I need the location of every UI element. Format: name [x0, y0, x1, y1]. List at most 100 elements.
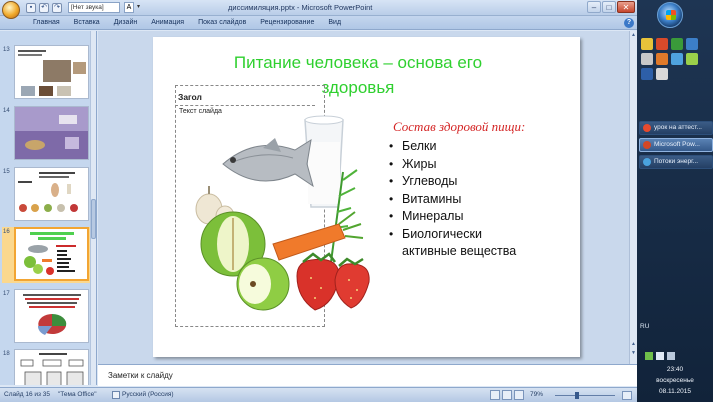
thumbnail-image	[14, 106, 89, 160]
bullet-item: Белки	[388, 138, 538, 156]
window-title: диссимиляция.pptx - Microsoft PowerPoint	[228, 3, 373, 12]
save-icon[interactable]: ▪	[26, 3, 36, 13]
spellcheck-icon[interactable]	[112, 391, 120, 399]
thumbnail-image	[14, 289, 89, 343]
thumbnail-image	[14, 167, 89, 221]
language-bar[interactable]: RU	[640, 323, 649, 330]
utorrent-icon[interactable]	[671, 38, 683, 50]
scrollbar-thumb[interactable]	[91, 199, 96, 239]
taskbar-item-chrome-2[interactable]: Потоки энерг...	[639, 155, 713, 169]
slide-counter: Слайд 16 из 35	[4, 391, 51, 398]
thumbnail-image	[14, 45, 89, 99]
clock-day: воскресенье	[656, 377, 694, 384]
windows-taskbar: урок на аттест... Microsoft Pow... Поток…	[637, 0, 713, 402]
qat-dropdown-icon[interactable]: ▾	[137, 2, 145, 13]
next-slide-icon[interactable]: ▼	[630, 349, 637, 357]
tab-animation[interactable]: Анимация	[144, 17, 191, 29]
slide-vertical-scrollbar[interactable]: ▲ ▲ ▼	[629, 31, 637, 364]
taskbar-item-label: Microsoft Pow...	[654, 141, 700, 148]
office-button[interactable]	[2, 1, 20, 19]
thumbnail-slide-14[interactable]: 14	[2, 106, 94, 162]
media-icon[interactable]	[641, 53, 653, 65]
start-button[interactable]	[657, 2, 683, 28]
powerpoint-icon	[643, 141, 651, 149]
folder-icon[interactable]	[641, 38, 653, 50]
tray-icon[interactable]	[645, 352, 653, 360]
title-placeholder[interactable]: Загол	[178, 92, 202, 102]
slide-subtitle[interactable]: Состав здоровой пищи:	[393, 119, 525, 135]
chrome-icon[interactable]	[656, 38, 668, 50]
bullet-item: Углеводы	[388, 173, 538, 191]
windows-logo-icon	[666, 10, 676, 20]
undo-icon[interactable]: ↶	[39, 3, 49, 13]
normal-view-icon[interactable]	[490, 390, 500, 400]
zoom-slider[interactable]	[555, 395, 615, 396]
taskbar-item-label: Потоки энерг...	[654, 158, 699, 165]
system-clock[interactable]: 23:40 воскресенье 08.11.2015	[637, 364, 713, 397]
body-placeholder-separator	[175, 105, 315, 106]
thumbnail-slide-17[interactable]: 17	[2, 289, 94, 345]
slide-canvas[interactable]: Питание человека – основа его здоровья З…	[153, 37, 580, 357]
healthy-food-image[interactable]	[193, 112, 383, 312]
tab-view[interactable]: Вид	[321, 17, 348, 29]
thumbnail-number: 15	[3, 169, 10, 175]
slideshow-icon[interactable]	[514, 390, 524, 400]
bullet-item: Минералы	[388, 208, 538, 226]
thumbnail-number: 18	[3, 351, 10, 357]
app2-icon[interactable]	[686, 53, 698, 65]
tab-design[interactable]: Дизайн	[107, 17, 145, 29]
thumbnail-number: 16	[3, 229, 10, 235]
taskbar-item-powerpoint[interactable]: Microsoft Pow...	[639, 138, 713, 152]
scroll-up-icon[interactable]: ▲	[630, 31, 637, 39]
slide-editing-area: Питание человека – основа его здоровья З…	[98, 31, 637, 364]
tab-review[interactable]: Рецензирование	[253, 17, 321, 29]
tab-slideshow[interactable]: Показ слайдов	[191, 17, 253, 29]
chrome-icon	[643, 124, 651, 132]
bullet-item: Жиры	[388, 156, 538, 174]
thumbnail-image	[14, 227, 89, 281]
redo-icon[interactable]: ↷	[52, 3, 62, 13]
taskbar-item-label: урок на аттест...	[654, 124, 702, 131]
browser-icon[interactable]	[686, 38, 698, 50]
thumbnail-slide-15[interactable]: 15	[2, 167, 94, 223]
word-icon[interactable]	[641, 68, 653, 80]
notes-placeholder: Заметки к слайду	[108, 371, 173, 380]
thumbnail-slide-13[interactable]: 13	[2, 45, 94, 101]
maximize-button[interactable]: □	[602, 1, 616, 13]
slide-sorter-icon[interactable]	[502, 390, 512, 400]
tab-home[interactable]: Главная	[27, 17, 67, 29]
bullet-item: Витамины	[388, 191, 538, 209]
thumbnail-number: 13	[3, 47, 10, 53]
taskbar-item-chrome[interactable]: урок на аттест...	[639, 121, 713, 135]
thumbnails-scrollbar[interactable]	[90, 31, 96, 385]
volume-icon[interactable]	[667, 352, 675, 360]
quick-launch	[641, 38, 709, 80]
font-color-button[interactable]: A	[124, 2, 134, 13]
view-buttons	[490, 390, 524, 400]
fit-to-window-icon[interactable]	[622, 391, 632, 400]
help-icon[interactable]: ?	[624, 18, 634, 28]
clock-time: 23:40	[666, 366, 684, 373]
thumbnail-slide-16[interactable]: 16	[2, 227, 94, 283]
prev-slide-icon[interactable]: ▲	[630, 340, 637, 348]
close-button[interactable]: ✕	[617, 1, 635, 13]
minimize-button[interactable]: –	[587, 1, 601, 13]
app-icon[interactable]	[656, 53, 668, 65]
explorer-icon[interactable]	[671, 53, 683, 65]
language-indicator[interactable]: Русский (Россия)	[122, 391, 174, 398]
theme-name: "Тема Office"	[58, 391, 97, 398]
tab-insert[interactable]: Вставка	[67, 17, 107, 29]
network-icon[interactable]	[656, 352, 664, 360]
thumbnail-number: 17	[3, 291, 10, 297]
quick-access-toolbar: ▪ ↶ ↷	[26, 3, 62, 13]
thumbnail-slide-18[interactable]: 18	[2, 349, 94, 385]
zoom-level[interactable]: 79%	[530, 391, 543, 398]
bullet-list[interactable]: Белки Жиры Углеводы Витамины Минералы Би…	[388, 138, 538, 261]
thumbnail-image	[14, 349, 89, 385]
sound-combo[interactable]: [Нет звука]	[68, 2, 120, 13]
status-bar: Слайд 16 из 35 "Тема Office" Русский (Ро…	[0, 387, 637, 402]
zoom-slider-thumb[interactable]	[575, 392, 579, 399]
notes-pane[interactable]: Заметки к слайду	[98, 364, 637, 386]
app3-icon[interactable]	[656, 68, 668, 80]
ribbon-tabs: Главная Вставка Дизайн Анимация Показ сл…	[0, 16, 637, 30]
